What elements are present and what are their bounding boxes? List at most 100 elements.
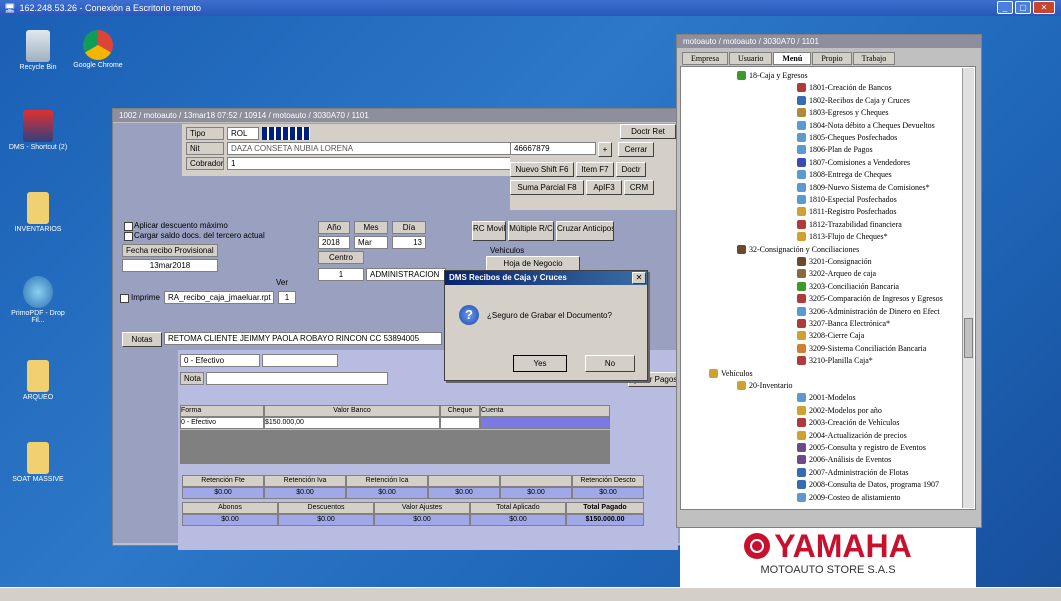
menu-tree-item[interactable]: 1801-Creación de Bancos — [797, 83, 892, 93]
suma-parcial-button[interactable]: Suma Parcial F8 — [510, 180, 584, 195]
rc-movil-button[interactable]: RC Movil — [472, 221, 506, 241]
menu-tree-item[interactable]: 1802-Recibos de Caja y Cruces — [797, 95, 910, 105]
menu-tree-item[interactable]: 3202-Arqueo de caja — [797, 269, 876, 279]
menu-tree-item[interactable]: 1804-Nota débito a Cheques Devueltos — [797, 120, 935, 130]
menu-tree-item[interactable]: 3206-Administración de Dinero en Efect — [797, 306, 940, 316]
tipo-field[interactable]: ROL — [227, 127, 259, 140]
aplicar-checkbox[interactable] — [124, 222, 133, 231]
tab-trabajo[interactable]: Trabajo — [852, 52, 896, 65]
table-row[interactable]: 0 - Efectivo $150.000,00 — [180, 417, 610, 429]
menu-tree-item[interactable]: 2005-Consulta y registro de Eventos — [797, 443, 926, 452]
fecha-field[interactable]: 13mar2018 — [122, 259, 218, 272]
yes-button[interactable]: Yes — [513, 355, 567, 372]
item-button[interactable]: Item F7 — [576, 162, 614, 177]
menu-tree-item[interactable]: 18-Caja y Egresos — [737, 71, 808, 80]
menu-tree-item[interactable]: 2002-Modelos por año — [797, 405, 882, 415]
desktop-icon-chrome[interactable]: Google Chrome — [68, 30, 128, 69]
cobrador-field[interactable]: 1 — [227, 157, 517, 170]
dia-field[interactable]: 13 — [392, 236, 426, 249]
menu-tree-item[interactable]: 3207-Banca Electrónica* — [797, 319, 890, 328]
cargar-label: Cargar saldo docs. del tercero actual — [134, 231, 265, 240]
notas-button[interactable]: Notas — [122, 332, 162, 347]
menu-tree-item[interactable]: 2009-Costeo de alistamiento — [797, 492, 901, 502]
menu-tree-item[interactable]: 1813-Flujo de Cheques* — [797, 232, 888, 242]
forma-pago-select[interactable]: 0 - Efectivo — [180, 354, 260, 367]
menu-scroll-thumb[interactable] — [964, 318, 973, 358]
menu-tree-item[interactable]: 2008-Consulta de Datos, programa 1907 — [797, 480, 939, 490]
apl-button[interactable]: ApIF3 — [586, 180, 622, 195]
tab-empresa[interactable]: Empresa — [682, 52, 728, 65]
menu-tree-item[interactable]: 1810-Especial Posfechados — [797, 195, 897, 204]
menu-tree-item[interactable]: 3210-Planilla Caja* — [797, 356, 873, 366]
minimize-button[interactable]: _ — [997, 1, 1013, 14]
menu-tree-item[interactable]: 1812-Trazabilidad financiera — [797, 219, 902, 229]
desktop-icon-recycle-bin[interactable]: Recycle Bin — [8, 30, 68, 71]
centro-field[interactable]: 1 — [318, 268, 364, 281]
no-button[interactable]: No — [585, 355, 635, 372]
menu-tree-item[interactable]: 2004-Actualización de precios — [797, 430, 907, 440]
menu-tree-item[interactable]: Vehículos — [709, 368, 753, 378]
menu-tree-item[interactable]: 3208-Cierre Caja — [797, 331, 864, 341]
doctor-button[interactable]: Doctr — [616, 162, 646, 177]
yamaha-logo-icon — [744, 533, 771, 559]
menu-tree-item[interactable]: 3201-Consignación — [797, 257, 872, 266]
menu-tree-item[interactable]: 1807-Comisiones a Vendedores — [797, 157, 910, 167]
hoja-negocio-button[interactable]: Hoja de Negocio — [486, 256, 580, 271]
menu-item-icon — [797, 294, 806, 304]
menu-tree-item[interactable]: 1811-Registro Posfechados — [797, 207, 896, 217]
menu-tree-item[interactable]: 1808-Entrega de Cheques — [797, 170, 892, 180]
menu-item-icon — [737, 71, 746, 80]
dms-icon — [23, 110, 53, 142]
notas-field[interactable]: RETOMA CLIENTE JEIMMY PAOLA ROBAYO RINCO… — [164, 332, 442, 345]
cruzar-anticipos-button[interactable]: Cruzar Anticipos — [556, 221, 614, 241]
phone-field[interactable]: 46667879 — [510, 142, 596, 155]
close-button[interactable]: ✕ — [1033, 1, 1055, 14]
menu-tree-item[interactable]: 20-Inventario — [737, 381, 793, 390]
centro-name-field: ADMINISTRACION — [366, 268, 446, 281]
menu-tree-item[interactable]: 1805-Cheques Posfechados — [797, 133, 897, 142]
menu-tree-item[interactable]: 32-Consignación y Conciliaciones — [737, 244, 859, 254]
tab-menu[interactable]: Menú — [773, 52, 812, 65]
menu-tree-item[interactable]: 3205-Comparación de Ingresos y Egresos — [797, 294, 943, 304]
menu-tree-item[interactable]: 1806-Plan de Pagos — [797, 145, 873, 155]
mes-select[interactable]: Mar — [354, 236, 388, 249]
menu-tree-item[interactable]: 1809-Nuevo Sistema de Comisiones* — [797, 182, 930, 192]
menu-tree-item[interactable]: 3203-Conciliación Bancaria — [797, 281, 899, 291]
tab-usuario[interactable]: Usuario — [729, 52, 773, 65]
valor-field[interactable] — [262, 354, 338, 367]
menu-item-icon — [797, 120, 806, 130]
doctor-ret-button[interactable]: Doctr Ret — [620, 124, 676, 139]
menu-tree-item[interactable]: 2001-Modelos — [797, 393, 856, 403]
retenciones-values: $0.00 $0.00 $0.00 $0.00 $0.00 $0.00 — [182, 487, 644, 499]
menu-tree-item[interactable]: 3209-Sistema Conciliación Bancaria — [797, 343, 926, 353]
menu-item-icon — [797, 145, 806, 155]
desktop-icon-soat[interactable]: SOAT MASSIVE — [8, 442, 68, 483]
menu-item-icon — [797, 319, 806, 328]
crm-button[interactable]: CRM — [624, 180, 654, 195]
cargar-checkbox[interactable] — [124, 232, 133, 241]
menu-tree-item[interactable]: 2007-Administración de Flotas — [797, 467, 909, 477]
menu-tree-item[interactable]: 2006-Análisis de Eventos — [797, 455, 891, 465]
nuevo-button[interactable]: Nuevo Shift F6 — [510, 162, 574, 177]
fecha-label: Fecha recibo Provisional — [122, 244, 218, 257]
restore-button[interactable]: ▢ — [1015, 1, 1031, 14]
ano-select[interactable]: 2018 — [318, 236, 350, 249]
desktop-icon-dms[interactable]: DMS - Shortcut (2) — [8, 110, 68, 151]
menu-scrollbar[interactable] — [962, 68, 974, 508]
formato-field[interactable]: RA_recibo_caja_jmaeluar.rpt — [164, 291, 274, 304]
imprime-checkbox[interactable] — [120, 294, 129, 303]
nit-label: Nit — [186, 142, 224, 155]
dialog-close-icon[interactable]: ✕ — [632, 272, 646, 284]
multiple-rc-button[interactable]: Múltiple R/C — [508, 221, 554, 241]
cerrar-button[interactable]: Cerrar — [618, 142, 654, 157]
desktop-icon-arqueo[interactable]: ARQUEO — [8, 360, 68, 401]
menu-tree-item[interactable]: 2003-Creación de Vehículos — [797, 418, 900, 428]
nota-field[interactable] — [206, 372, 388, 385]
desktop-icon-inventarios[interactable]: INVENTARIOS — [8, 192, 68, 233]
menu-tree-item[interactable]: 1803-Egresos y Cheques — [797, 108, 889, 118]
lookup-button[interactable]: + — [598, 142, 612, 157]
copias-field[interactable]: 1 — [278, 291, 296, 304]
tab-propio[interactable]: Propio — [812, 52, 852, 65]
desktop-icon-primopdf[interactable]: PrimoPDF - Drop Fil... — [8, 276, 68, 324]
nit-field[interactable]: DAZA CONSETA NUBIA LORENA — [227, 142, 517, 155]
